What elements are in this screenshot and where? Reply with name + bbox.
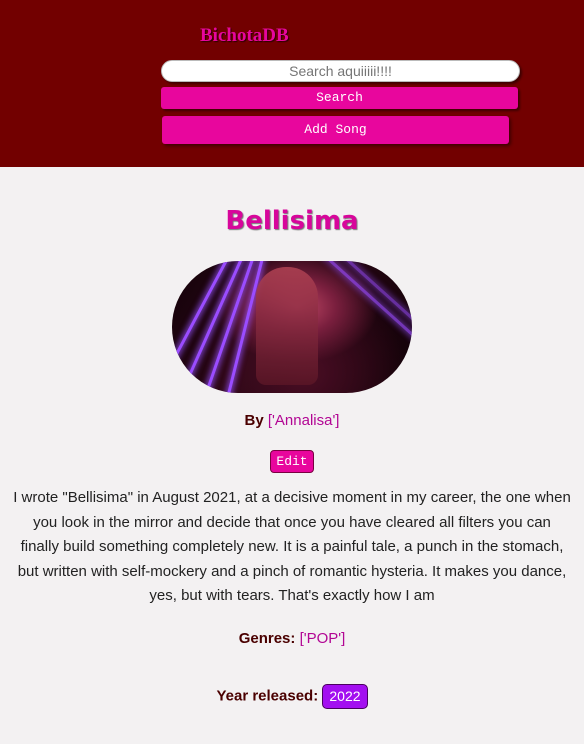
artist-link[interactable]: ['Annalisa'] [268,412,340,429]
song-cover-image [172,261,412,393]
genres-label: Genres: [238,630,296,647]
genres-line: Genres: ['POP'] [0,630,584,647]
top-header: BichotaDB Search Add Song [0,0,584,167]
song-title: Bellisima [225,206,359,236]
artist-line: By ['Annalisa'] [0,412,584,429]
year-line: Year released: 2022 [0,684,584,709]
edit-button[interactable]: Edit [270,450,314,473]
year-badge[interactable]: 2022 [322,684,368,709]
site-logo[interactable]: BichotaDB [200,25,289,47]
add-song-button[interactable]: Add Song [162,116,509,144]
search-button[interactable]: Search [161,87,518,109]
by-label: By [244,412,264,429]
genres-link[interactable]: ['POP'] [300,630,346,647]
song-description: I wrote "Bellisima" in August 2021, at a… [13,489,571,604]
search-input[interactable] [161,60,520,82]
year-label: Year released: [216,687,319,705]
cover-artist-figure [256,267,318,385]
cover-laser-6 [315,261,412,361]
